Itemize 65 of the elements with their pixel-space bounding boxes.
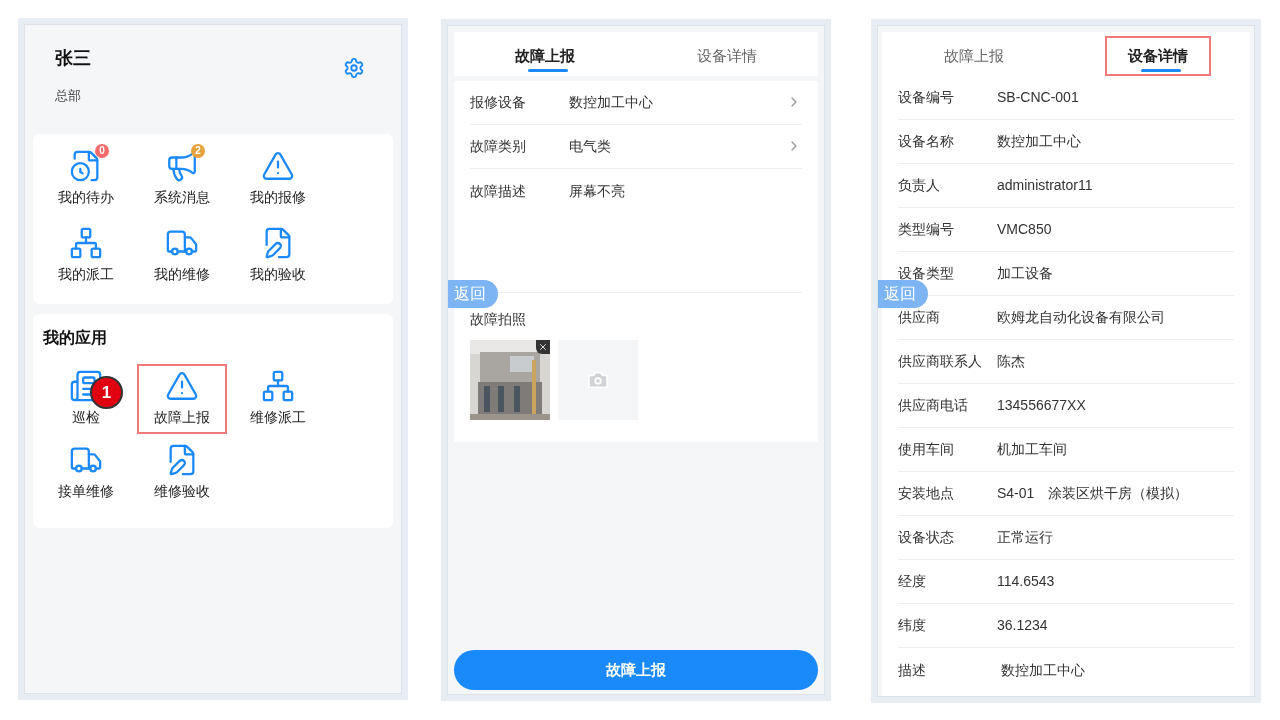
detail-label: 安装地点 [898,484,955,503]
detail-label: 供应商 [898,308,941,327]
app-tile[interactable]: 维修验收 [137,437,227,508]
detail-label: 设备名称 [898,132,955,151]
hierarchy-icon [261,369,295,403]
count-badge: 2 [191,143,205,158]
app-tile[interactable]: 我的维修 [137,220,227,291]
detail-label: 负责人 [898,176,941,195]
tab[interactable]: 设备详情 [1105,36,1211,76]
field-label: 报修设备 [470,93,527,112]
tab[interactable]: 故障上报 [921,36,1027,76]
camera-icon [587,369,609,391]
detail-value: S4-01 涂装区烘干房（模拟） [997,484,1189,503]
settings-icon[interactable] [343,57,365,79]
select-field[interactable]: 数控加工中心 [569,92,802,113]
detail-label: 描述 [898,660,927,680]
department: 总部 [55,87,82,105]
detail-value: 正常运行 [997,528,1053,547]
app-tile[interactable]: 我的报修 [233,143,323,214]
detail-label: 纬度 [898,616,927,635]
section-title: 我的应用 [42,327,108,348]
app-tile[interactable]: 我的验收 [233,220,323,291]
app-tile[interactable]: 接单维修 [41,437,131,508]
select-field[interactable]: 电气类 [569,136,802,157]
detail-value: SB-CNC-001 [997,88,1079,107]
detail-value: 114.6543 [997,572,1055,591]
detail-label: 供应商联系人 [898,352,983,371]
detail-value: administrator11 [997,176,1093,195]
user-name: 张三 [55,47,91,70]
detail-label: 设备编号 [898,88,955,107]
app-tile[interactable]: 故障上报 [137,363,227,434]
app-tile[interactable]: 系统消息 2 [137,143,227,214]
detail-value: 陈杰 [997,352,1025,371]
detail-value: 134556677XX [997,396,1086,415]
detail-label: 设备类型 [898,264,955,283]
text-area[interactable]: 屏幕不亮 [569,181,802,292]
detail-value: 36.1234 [997,616,1048,635]
submit-button[interactable]: 故障上报 [454,650,818,690]
detail-label: 类型编号 [898,220,955,239]
field-label: 故障描述 [470,182,527,201]
field-label: 故障类别 [470,137,527,156]
detail-value: 欧姆龙自动化设备有限公司 [997,308,1165,327]
close-icon [538,342,548,352]
remove-button[interactable] [536,340,550,354]
detail-label: 设备状态 [898,528,955,547]
tab[interactable]: 故障上报 [492,36,598,76]
detail-value: 数控加工中心 [999,660,1085,680]
count-badge: 0 [95,143,109,158]
tab-underline [528,69,568,72]
tab-underline [1141,69,1181,72]
detail-value: 加工设备 [997,264,1053,283]
detail-label: 使用车间 [898,440,955,459]
detail-label: 供应商电话 [898,396,969,415]
hierarchy-icon [69,226,103,260]
app-tile[interactable]: 我的派工 [41,220,131,291]
app-tile[interactable]: 维修派工 [233,363,323,434]
detail-value: 机加工车间 [997,440,1067,459]
warning-icon [165,369,199,403]
tab[interactable]: 设备详情 [674,36,780,76]
detail-label: 经度 [898,572,927,591]
detail-value: VMC850 [997,220,1052,239]
warning-icon [261,149,295,183]
field-label: 故障拍照 [470,310,527,329]
app-tile[interactable]: 我的待办 0 [41,143,131,214]
detail-value: 数控加工中心 [997,132,1081,151]
